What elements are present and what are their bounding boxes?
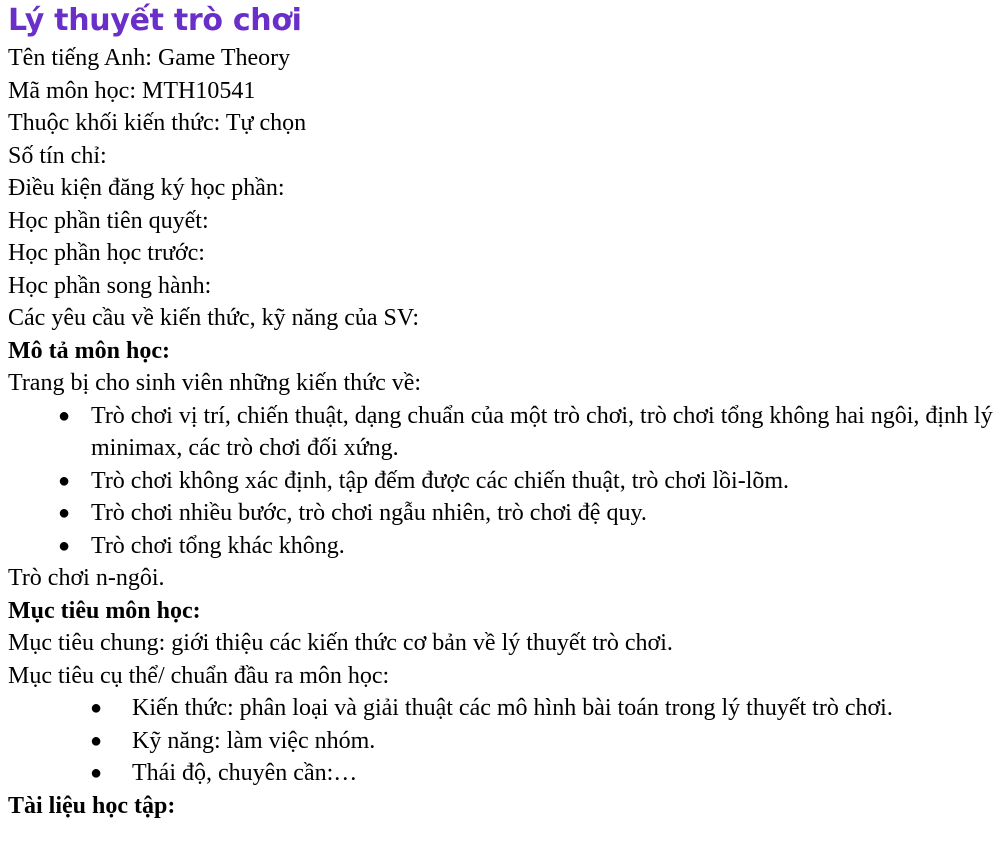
- list-item-text: Trò chơi nhiều bước, trò chơi ngẫu nhiên…: [91, 500, 647, 526]
- list-item-text: Trò chơi không xác định, tập đếm được cá…: [91, 467, 790, 494]
- list-item: ● Trò chơi vị trí, chiến thuật, dạng chu…: [8, 400, 998, 465]
- list-item-text: Kiến thức: phân loại và giải thuật các m…: [132, 695, 893, 721]
- bullet-icon: ●: [58, 469, 71, 492]
- bullet-icon: ●: [58, 534, 71, 557]
- objectives-list: ● Kiến thức: phân loại và giải thuật các…: [8, 692, 998, 790]
- list-item: ● Kiến thức: phân loại và giải thuật các…: [8, 692, 998, 725]
- credits: Số tín chỉ:: [8, 142, 107, 169]
- list-item-text: Thái độ, chuyên cần:…: [132, 760, 358, 786]
- page-title: Lý thuyết trò chơi: [8, 3, 302, 38]
- list-item: ● Trò chơi nhiều bước, trò chơi ngẫu nhi…: [8, 497, 998, 530]
- objectives-specific: Mục tiêu cụ thể/ chuẩn đầu ra môn học:: [8, 662, 390, 689]
- description-intro: Trang bị cho sinh viên những kiến thức v…: [8, 370, 422, 396]
- registration-conditions: Điều kiện đăng ký học phần:: [8, 175, 285, 201]
- requirements: Các yêu cầu về kiến thức, kỹ năng của SV…: [8, 305, 420, 331]
- description-after: Trò chơi n-ngôi.: [8, 565, 165, 591]
- bullet-icon: ●: [58, 502, 71, 524]
- list-item-text: Kỹ năng: làm việc nhóm.: [132, 727, 376, 754]
- bullet-icon: ●: [90, 729, 103, 752]
- english-name: Tên tiếng Anh: Game Theory: [8, 45, 291, 71]
- course-code: Mã môn học: MTH10541: [8, 77, 256, 104]
- bullet-icon: ●: [58, 404, 71, 427]
- list-item-text: Trò chơi vị trí, chiến thuật, dạng chuẩn…: [91, 402, 993, 462]
- description-heading: Mô tả môn học:: [8, 337, 170, 364]
- list-item: ● Trò chơi tổng khác không.: [8, 530, 998, 563]
- list-item: ● Kỹ năng: làm việc nhóm.: [8, 725, 998, 758]
- list-item: ● Thái độ, chuyên cần:…: [8, 757, 998, 790]
- objectives-general: Mục tiêu chung: giới thiệu các kiến thức…: [8, 630, 673, 656]
- list-item-text: Trò chơi tổng khác không.: [91, 532, 345, 559]
- description-list: ● Trò chơi vị trí, chiến thuật, dạng chu…: [8, 400, 998, 563]
- document-page: Lý thuyết trò chơi Tên tiếng Anh: Game T…: [8, 0, 998, 822]
- knowledge-block: Thuộc khối kiến thức: Tự chọn: [8, 110, 307, 136]
- prerequisite: Học phần tiên quyết:: [8, 207, 209, 234]
- materials-heading: Tài liệu học tập:: [8, 792, 176, 819]
- bullet-icon: ●: [90, 697, 103, 719]
- corequisite: Học phần song hành:: [8, 272, 212, 299]
- bullet-icon: ●: [90, 762, 103, 784]
- list-item: ● Trò chơi không xác định, tập đếm được …: [8, 465, 998, 498]
- objectives-heading: Mục tiêu môn học:: [8, 597, 201, 624]
- prior-course: Học phần học trước:: [8, 240, 205, 266]
